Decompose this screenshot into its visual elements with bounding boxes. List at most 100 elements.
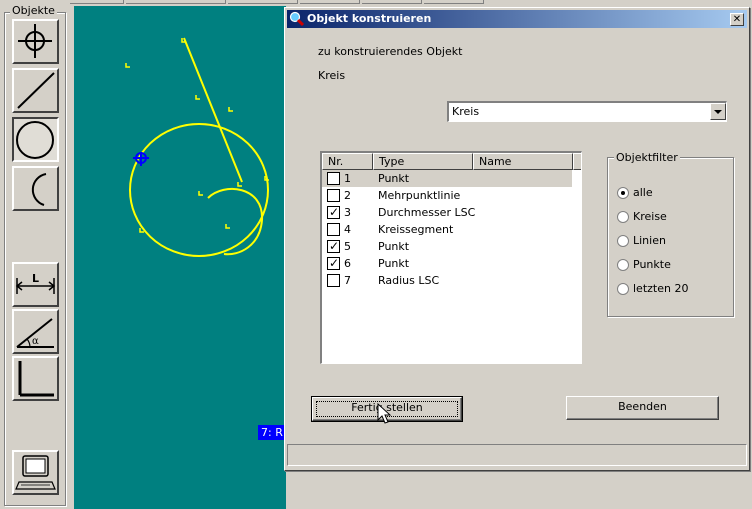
object-filter-group: Objektfilter alle Kreise Linien Punkte letzt…	[607, 151, 734, 317]
object-list[interactable]: Nr. Type Name 1 Punkt 2 Mehrpunktlinie ✓ 3 Dur…	[320, 151, 582, 364]
point-marker	[198, 191, 203, 196]
toolbar-segment	[126, 0, 226, 4]
row-number: 1	[344, 172, 351, 185]
object-type-select-value: Kreis	[452, 105, 480, 118]
point-marker	[225, 224, 230, 229]
radio-circle[interactable]	[617, 283, 629, 295]
svg-text:L: L	[32, 272, 39, 285]
list-header: Nr. Type Name	[322, 153, 581, 170]
radio-dot	[621, 191, 625, 195]
object-type-select[interactable]: Kreis	[447, 101, 727, 122]
toolbar-segment	[70, 0, 124, 4]
filter-radio-label: Linien	[633, 234, 666, 247]
object-type-value: Kreis	[318, 69, 346, 82]
mouse-pointer-icon	[377, 403, 392, 424]
distance-icon: L	[15, 272, 56, 294]
right-angle-icon	[18, 361, 54, 397]
toolbar-segment	[362, 0, 422, 4]
row-type: Punkt	[378, 172, 410, 185]
filter-radio-label: Punkte	[633, 258, 671, 271]
row-number: 3	[344, 206, 351, 219]
radio-circle[interactable]	[617, 259, 629, 271]
dialog-titlebar[interactable]: Objekt konstruieren ✕	[287, 10, 747, 28]
row-type: Punkt	[378, 257, 410, 270]
magnifier-icon	[289, 11, 305, 27]
tool-panel-legend: Objekte	[10, 4, 57, 17]
close-button[interactable]: ✕	[730, 13, 744, 26]
radio-circle[interactable]	[617, 235, 629, 247]
svg-text:α: α	[32, 336, 39, 347]
checkmark-icon: ✓	[329, 205, 340, 219]
arc-tool-button[interactable]	[12, 166, 59, 211]
row-number: 5	[344, 240, 351, 253]
row-type: Radius LSC	[378, 274, 440, 287]
quit-button-label: Beenden	[618, 400, 667, 413]
object-caption: zu konstruierendes Objekt	[318, 45, 463, 58]
list-row[interactable]: 7 Radius LSC	[322, 272, 572, 289]
list-row[interactable]: 2 Mehrpunktlinie	[322, 187, 572, 204]
row-type: Durchmesser LSC	[378, 206, 476, 219]
row-type: Mehrpunktlinie	[378, 189, 461, 202]
list-row[interactable]: 4 Kreissegment	[322, 221, 572, 238]
column-header-filler	[573, 153, 581, 170]
column-header-nr[interactable]: Nr.	[322, 153, 373, 170]
filter-radio-label: Kreise	[633, 210, 667, 223]
construction-drawing	[125, 37, 269, 257]
circle-tool-button[interactable]	[12, 117, 59, 162]
column-header-type[interactable]: Type	[373, 153, 473, 170]
point-marker	[125, 63, 130, 68]
filter-radio-label: letzten 20	[633, 282, 689, 295]
row-number: 7	[344, 274, 351, 287]
filter-radio-label: alle	[633, 186, 653, 199]
distance-tool-button[interactable]: L	[12, 262, 59, 307]
row-number: 6	[344, 257, 351, 270]
point-marker	[237, 182, 242, 187]
row-checkbox[interactable]	[327, 223, 340, 236]
list-row[interactable]: ✓ 6 Punkt	[322, 255, 572, 272]
toolbar-segment	[424, 0, 484, 4]
circle-icon	[16, 121, 54, 159]
row-checkbox[interactable]	[327, 189, 340, 202]
tool-panel: Objekte L α	[0, 0, 68, 509]
toolbar-segment	[300, 0, 360, 4]
list-row[interactable]: ✓ 5 Punkt	[322, 238, 572, 255]
quit-button[interactable]: Beenden	[566, 396, 719, 420]
point-marker	[228, 107, 233, 112]
arc-segment	[207, 188, 264, 256]
angle-tool-button[interactable]: α	[12, 309, 59, 354]
point-marker	[195, 95, 200, 100]
line-icon	[17, 72, 55, 109]
chevron-down-icon	[714, 110, 722, 114]
dialog-statusbar	[287, 444, 747, 466]
computer-tool-button[interactable]	[12, 450, 59, 495]
line-segment	[183, 37, 243, 183]
row-checkbox[interactable]: ✓	[327, 239, 340, 253]
row-checkbox[interactable]: ✓	[327, 256, 340, 270]
radio-circle[interactable]	[617, 187, 629, 199]
canvas-object-label: 7: R	[258, 425, 286, 440]
toolbar-segment	[228, 0, 298, 4]
arc-icon	[31, 173, 47, 206]
list-row[interactable]: 1 Punkt	[322, 170, 572, 187]
dropdown-button[interactable]	[710, 103, 726, 120]
drawing-canvas[interactable]	[74, 6, 286, 509]
angle-icon: α	[16, 318, 54, 348]
crosshair-icon	[18, 24, 52, 58]
checkmark-icon: ✓	[329, 239, 340, 253]
computer-icon	[15, 455, 56, 490]
row-checkbox[interactable]: ✓	[327, 205, 340, 219]
row-type: Punkt	[378, 240, 410, 253]
close-icon: ✕	[732, 14, 742, 25]
radio-circle[interactable]	[617, 211, 629, 223]
object-filter-title: Objektfilter	[614, 151, 680, 164]
column-header-name[interactable]: Name	[473, 153, 573, 170]
row-number: 2	[344, 189, 351, 202]
list-row[interactable]: ✓ 3 Durchmesser LSC	[322, 204, 572, 221]
checkmark-icon: ✓	[329, 256, 340, 270]
row-checkbox[interactable]	[327, 172, 340, 185]
point-tool-button[interactable]	[12, 19, 59, 64]
dialog-title: Objekt konstruieren	[307, 12, 432, 25]
row-checkbox[interactable]	[327, 274, 340, 287]
right-angle-tool-button[interactable]	[12, 356, 59, 401]
line-tool-button[interactable]	[12, 68, 59, 113]
